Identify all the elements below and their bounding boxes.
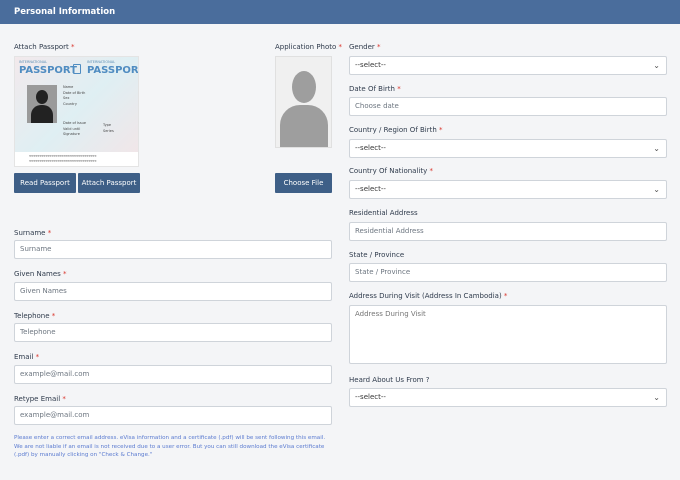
chevron-down-icon: ⌄ (653, 61, 660, 70)
read-passport-button[interactable]: Read Passport (14, 173, 76, 193)
country-birth-label: Country / Region Of Birth * (349, 126, 443, 134)
given-names-input[interactable]: Given Names (14, 282, 332, 301)
residential-label: Residential Address (349, 209, 418, 217)
retype-email-label: Retype Email * (14, 395, 66, 403)
application-photo-label: Application Photo * (275, 43, 343, 51)
passport-photo-icon (27, 85, 57, 123)
state-label: State / Province (349, 251, 405, 259)
telephone-input[interactable]: Telephone (14, 323, 332, 342)
given-names-label: Given Names * (14, 270, 67, 278)
heard-select[interactable]: --select-- ⌄ (349, 388, 667, 407)
country-birth-select[interactable]: --select-- ⌄ (349, 139, 667, 158)
person-silhouette-icon (292, 71, 316, 103)
attach-passport-button[interactable]: Attach Passport (78, 173, 140, 193)
telephone-label: Telephone * (14, 312, 56, 320)
chevron-down-icon: ⌄ (653, 185, 660, 194)
address-visit-label: Address During Visit (Address In Cambodi… (349, 292, 508, 300)
section-header: Personal Information (0, 0, 680, 24)
attach-passport-label: Attach Passport * (14, 43, 75, 51)
residential-input[interactable]: Residential Address (349, 222, 667, 241)
passport-sample-image: INTERNATIONAL PASSPORT INTERNATIONAL PAS… (14, 56, 139, 167)
address-visit-textarea[interactable] (349, 305, 667, 364)
surname-label: Surname * (14, 229, 52, 237)
choose-file-button[interactable]: Choose File (275, 173, 332, 193)
email-label: Email * (14, 353, 40, 361)
retype-email-input[interactable]: example@mail.com (14, 406, 332, 425)
email-note: Please enter a correct email address. eV… (14, 435, 326, 458)
chevron-down-icon: ⌄ (653, 144, 660, 153)
state-input[interactable]: State / Province (349, 263, 667, 282)
nationality-select[interactable]: --select-- ⌄ (349, 180, 667, 199)
nationality-label: Country Of Nationality * (349, 167, 433, 175)
surname-input[interactable]: Surname (14, 240, 332, 259)
dob-input[interactable]: Choose date (349, 97, 667, 116)
heard-label: Heard About Us From ? (349, 376, 430, 384)
dob-label: Date Of Birth * (349, 85, 401, 93)
chevron-down-icon: ⌄ (653, 393, 660, 402)
gender-label: Gender * (349, 43, 381, 51)
application-photo-placeholder (275, 56, 332, 148)
email-input[interactable]: example@mail.com (14, 365, 332, 384)
gender-select[interactable]: --select-- ⌄ (349, 56, 667, 75)
